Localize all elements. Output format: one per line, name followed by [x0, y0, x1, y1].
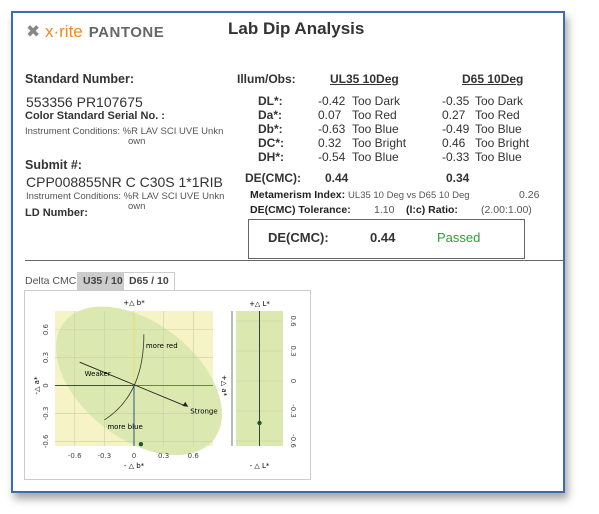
- label-stronger: Stronge: [190, 407, 217, 415]
- minus-b-label: - △ b*: [124, 462, 145, 470]
- sample-point: [138, 441, 144, 447]
- x-tick-label: 0.6: [188, 452, 200, 460]
- minus-l-label: - △ L*: [250, 462, 270, 470]
- plus-l-label: +△ L*: [249, 300, 270, 308]
- y-tick-label: -0.3: [42, 407, 50, 421]
- label-weaker: Weaker: [85, 370, 111, 378]
- delta-plots: -0.6 -0.6 -0.3 -0.3 0 0 0.3 0.3 0.6 0.6 more red We…: [33, 299, 297, 470]
- lightness-tick-label: -0.3: [289, 404, 297, 418]
- lightness-tick-label: 0: [289, 379, 297, 383]
- y-tick-label: -0.6: [42, 434, 50, 448]
- x-tick-label: -0.6: [68, 452, 82, 460]
- label-more-red: more red: [146, 342, 178, 350]
- y-tick-label: 0.3: [42, 352, 50, 363]
- plus-a-label: +△ a*: [220, 375, 228, 397]
- lightness-scrollbar: [231, 311, 233, 446]
- plus-b-label: +△ b*: [123, 299, 145, 307]
- x-tick-label: 0.3: [158, 452, 169, 460]
- lightness-tick-label: 0.3: [289, 345, 297, 356]
- x-tick-label: 0: [132, 452, 136, 460]
- y-tick-label: 0.6: [42, 324, 50, 336]
- y-tick-label: 0: [42, 383, 50, 387]
- report-root: ✖ x·rite PANTONE Lab Dip Analysis Standar…: [0, 0, 599, 514]
- lightness-point: [257, 420, 262, 426]
- lightness-tick-label: 0.6: [289, 315, 297, 327]
- lightness-tick-label: -0.6: [289, 434, 297, 448]
- label-more-blue: more blue: [107, 423, 142, 431]
- x-tick-label: -0.3: [98, 452, 112, 460]
- minus-a-label: -△ a*: [33, 376, 41, 394]
